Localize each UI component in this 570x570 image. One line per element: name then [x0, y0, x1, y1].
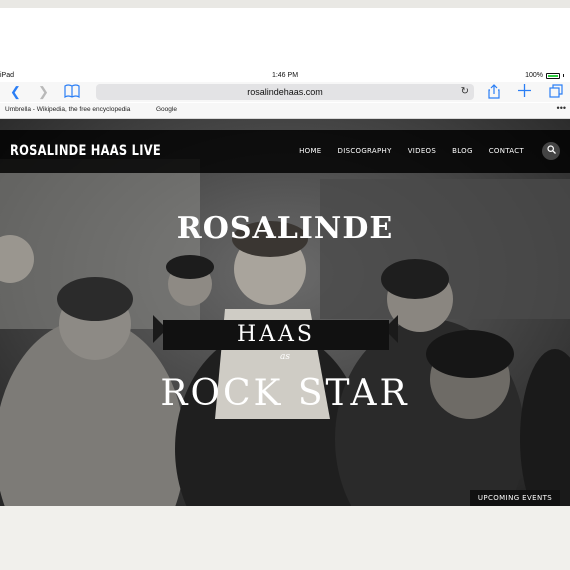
battery-status: 100%: [525, 72, 564, 79]
site-menu: HOME DISCOGRAPHY VIDEOS BLOG CONTACT: [299, 147, 524, 155]
reload-icon[interactable]: ↻: [461, 84, 469, 100]
book-icon[interactable]: [64, 84, 80, 102]
search-icon[interactable]: [542, 142, 560, 160]
share-icon[interactable]: [488, 84, 500, 103]
bookmarks-bar: Umbrella - Wikipedia, the free encyclope…: [0, 103, 570, 119]
device-bezel-bottom: [0, 506, 570, 570]
menu-item-home[interactable]: HOME: [299, 147, 321, 155]
site-navbar: ROSALINDE HAAS LIVE HOME DISCOGRAPHY VID…: [0, 130, 570, 173]
website-viewport: ROSALINDE HAAS LIVE HOME DISCOGRAPHY VID…: [0, 119, 570, 506]
menu-item-discography[interactable]: DISCOGRAPHY: [338, 147, 392, 155]
menu-item-contact[interactable]: CONTACT: [489, 147, 524, 155]
site-brand[interactable]: ROSALINDE HAAS LIVE: [10, 143, 161, 159]
address-bar[interactable]: rosalindehaas.com ↻: [96, 84, 474, 100]
hero-title-as: as: [280, 352, 290, 362]
status-time: 1:46 PM: [271, 72, 299, 79]
url-text: rosalindehaas.com: [247, 87, 323, 97]
hero-photo: [0, 119, 570, 506]
upcoming-events-button[interactable]: UPCOMING EVENTS: [470, 490, 560, 506]
bookmark-item[interactable]: Umbrella - Wikipedia, the free encyclope…: [5, 106, 130, 113]
hero-title-line1: ROSALINDE: [176, 211, 394, 246]
browser-toolbar: ❮ ❯ rosalindehaas.com ↻: [0, 82, 570, 102]
menu-item-blog[interactable]: BLOG: [452, 147, 473, 155]
more-icon[interactable]: •••: [557, 103, 566, 113]
hero-title-line2: HAAS: [236, 322, 316, 347]
battery-icon: [546, 72, 560, 79]
bookmark-item[interactable]: Google: [156, 106, 177, 113]
menu-item-videos[interactable]: VIDEOS: [408, 147, 436, 155]
battery-percent: 100%: [525, 72, 543, 79]
plus-icon[interactable]: [518, 84, 531, 101]
chevron-left-icon[interactable]: ❮: [10, 84, 21, 100]
tabs-icon[interactable]: [549, 84, 563, 102]
status-bar: iPad 1:46 PM 100%: [0, 70, 570, 82]
hero-title-line3: ROCK STAR: [160, 373, 410, 414]
device-bezel-top: [0, 8, 570, 70]
chevron-right-icon[interactable]: ❯: [38, 84, 49, 100]
battery-tip: [563, 74, 564, 77]
